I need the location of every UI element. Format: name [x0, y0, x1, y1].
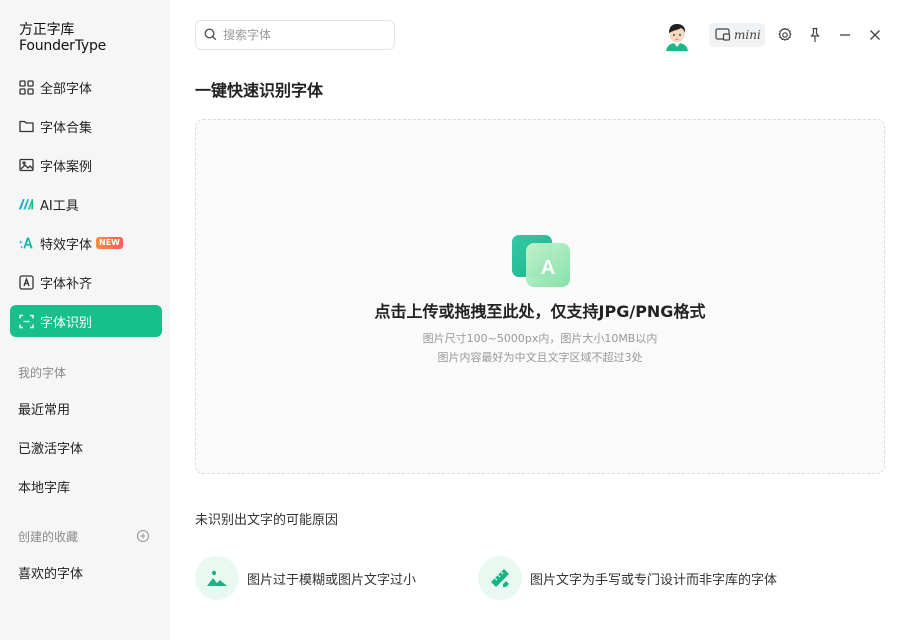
sidebar-item-ai-tools[interactable]: AI工具 — [10, 188, 162, 220]
mini-mode-button[interactable]: mini — [709, 23, 765, 47]
logo-en: FounderType — [19, 38, 107, 54]
reasons-title: 未识别出文字的可能原因 — [195, 513, 339, 528]
sidebar-item-font-cases[interactable]: 字体案例 — [10, 149, 162, 181]
mini-label: mini — [734, 28, 761, 42]
minimize-icon[interactable] — [837, 27, 853, 43]
scan-icon — [18, 313, 34, 329]
upload-dropzone[interactable]: A 点击上传或拖拽至此处，仅支持JPG/PNG格式 图片尺寸100~5000px… — [195, 119, 885, 474]
sidebar-item-label: 字体识别 — [40, 315, 93, 331]
upload-title: 点击上传或拖拽至此处，仅支持JPG/PNG格式 — [374, 302, 706, 321]
sidebar-item-local[interactable]: 本地字库 — [18, 477, 70, 496]
sidebar-item-font-fill[interactable]: 字体补齐 — [10, 266, 162, 298]
close-icon[interactable] — [867, 27, 883, 43]
sidebar-item-favorites[interactable]: 喜欢的字体 — [18, 563, 83, 582]
page-title: 一键快速识别字体 — [195, 81, 324, 100]
search-icon — [204, 26, 217, 45]
sidebar: 方正字库 FounderType 全部字体 字体合集 字体案例 AI工具 特效字… — [0, 0, 170, 640]
grid-icon — [18, 79, 34, 95]
sidebar-item-label: 字体案例 — [40, 159, 93, 175]
sidebar-item-effect-fonts[interactable]: 特效字体 NEW — [10, 227, 162, 259]
add-collection-icon[interactable] — [136, 528, 150, 543]
search-input[interactable] — [223, 28, 383, 42]
section-label-my-fonts: 我的字体 — [18, 366, 67, 380]
sparkle-a-icon — [18, 235, 34, 251]
ruler-pencil-icon — [478, 556, 522, 600]
upload-icon-letter: A — [541, 257, 555, 279]
mini-window-icon — [715, 26, 731, 45]
sidebar-item-font-collections[interactable]: 字体合集 — [10, 110, 162, 142]
folder-icon — [18, 118, 34, 134]
section-label-collections: 创建的收藏 — [18, 530, 79, 544]
pin-icon[interactable] — [807, 27, 823, 43]
sidebar-item-all-fonts[interactable]: 全部字体 — [10, 71, 162, 103]
sidebar-item-label: 特效字体 — [40, 237, 93, 253]
sidebar-item-label: 字体补齐 — [40, 276, 93, 292]
image-icon — [18, 157, 34, 173]
new-badge: NEW — [96, 237, 123, 249]
sidebar-item-recent[interactable]: 最近常用 — [18, 399, 70, 418]
sidebar-item-label: AI工具 — [40, 198, 79, 214]
search-box[interactable] — [195, 20, 395, 50]
reason-item-blurry: 图片过于模糊或图片文字过小 — [195, 556, 416, 600]
sidebar-item-label: 全部字体 — [40, 81, 93, 97]
sidebar-item-font-recognition[interactable]: 字体识别 — [10, 305, 162, 337]
upload-hint-size: 图片尺寸100~5000px内，图片大小10MB以内 — [422, 332, 658, 345]
reason-item-handwritten: 图片文字为手写或专门设计而非字库的字体 — [478, 556, 777, 600]
landscape-icon — [195, 556, 239, 600]
upload-hint-content: 图片内容最好为中文且文字区域不超过3处 — [437, 351, 643, 364]
font-fill-icon — [18, 274, 34, 290]
sidebar-item-activated[interactable]: 已激活字体 — [18, 438, 83, 457]
ai-logo-icon — [18, 196, 34, 212]
sidebar-item-label: 字体合集 — [40, 120, 93, 136]
reason-text: 图片过于模糊或图片文字过小 — [247, 572, 417, 588]
reason-text: 图片文字为手写或专门设计而非字库的字体 — [530, 572, 778, 588]
app-logo[interactable]: 方正字库 FounderType — [19, 22, 106, 54]
user-avatar[interactable] — [661, 19, 693, 51]
upload-font-icon: A — [510, 233, 572, 291]
gear-icon[interactable] — [777, 27, 793, 43]
logo-cn: 方正字库 — [19, 22, 75, 38]
